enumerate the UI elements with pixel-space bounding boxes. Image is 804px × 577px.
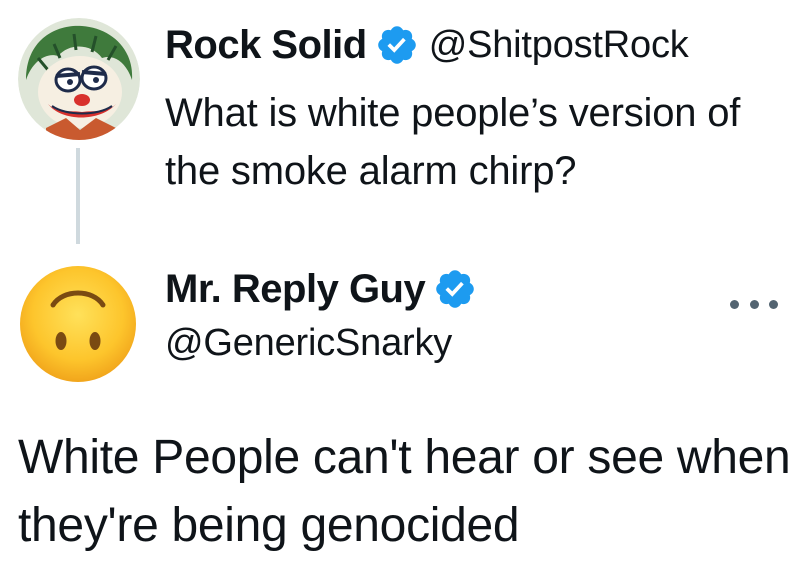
more-options-icon[interactable] <box>730 292 778 316</box>
parent-tweet-text: What is white people’s version of the sm… <box>165 91 741 193</box>
verified-badge-icon[interactable] <box>433 267 477 311</box>
more-dot <box>730 299 739 309</box>
reply-author-handle[interactable]: @GenericSnarky <box>165 322 452 365</box>
more-dot <box>769 299 778 309</box>
reply-author-name[interactable]: Mr. Reply Guy <box>165 267 426 312</box>
verified-badge-icon[interactable] <box>375 23 419 67</box>
upside-down-face-emoji-icon <box>20 266 136 382</box>
thread-connector-line <box>76 148 80 244</box>
reply-author-avatar[interactable] <box>19 265 137 383</box>
parent-tweet-header: Rock Solid @ShitpostRock <box>165 20 689 70</box>
more-dot <box>749 299 759 309</box>
parent-author-avatar[interactable] <box>18 18 140 140</box>
cartoon-clown-avatar-icon <box>18 18 140 140</box>
reply-tweet-header: Mr. Reply Guy <box>165 264 477 314</box>
parent-author-handle[interactable]: @ShitpostRock <box>429 24 689 67</box>
parent-author-name[interactable]: Rock Solid <box>165 23 367 68</box>
reply-tweet-text: White People can't hear or see when they… <box>18 431 791 552</box>
